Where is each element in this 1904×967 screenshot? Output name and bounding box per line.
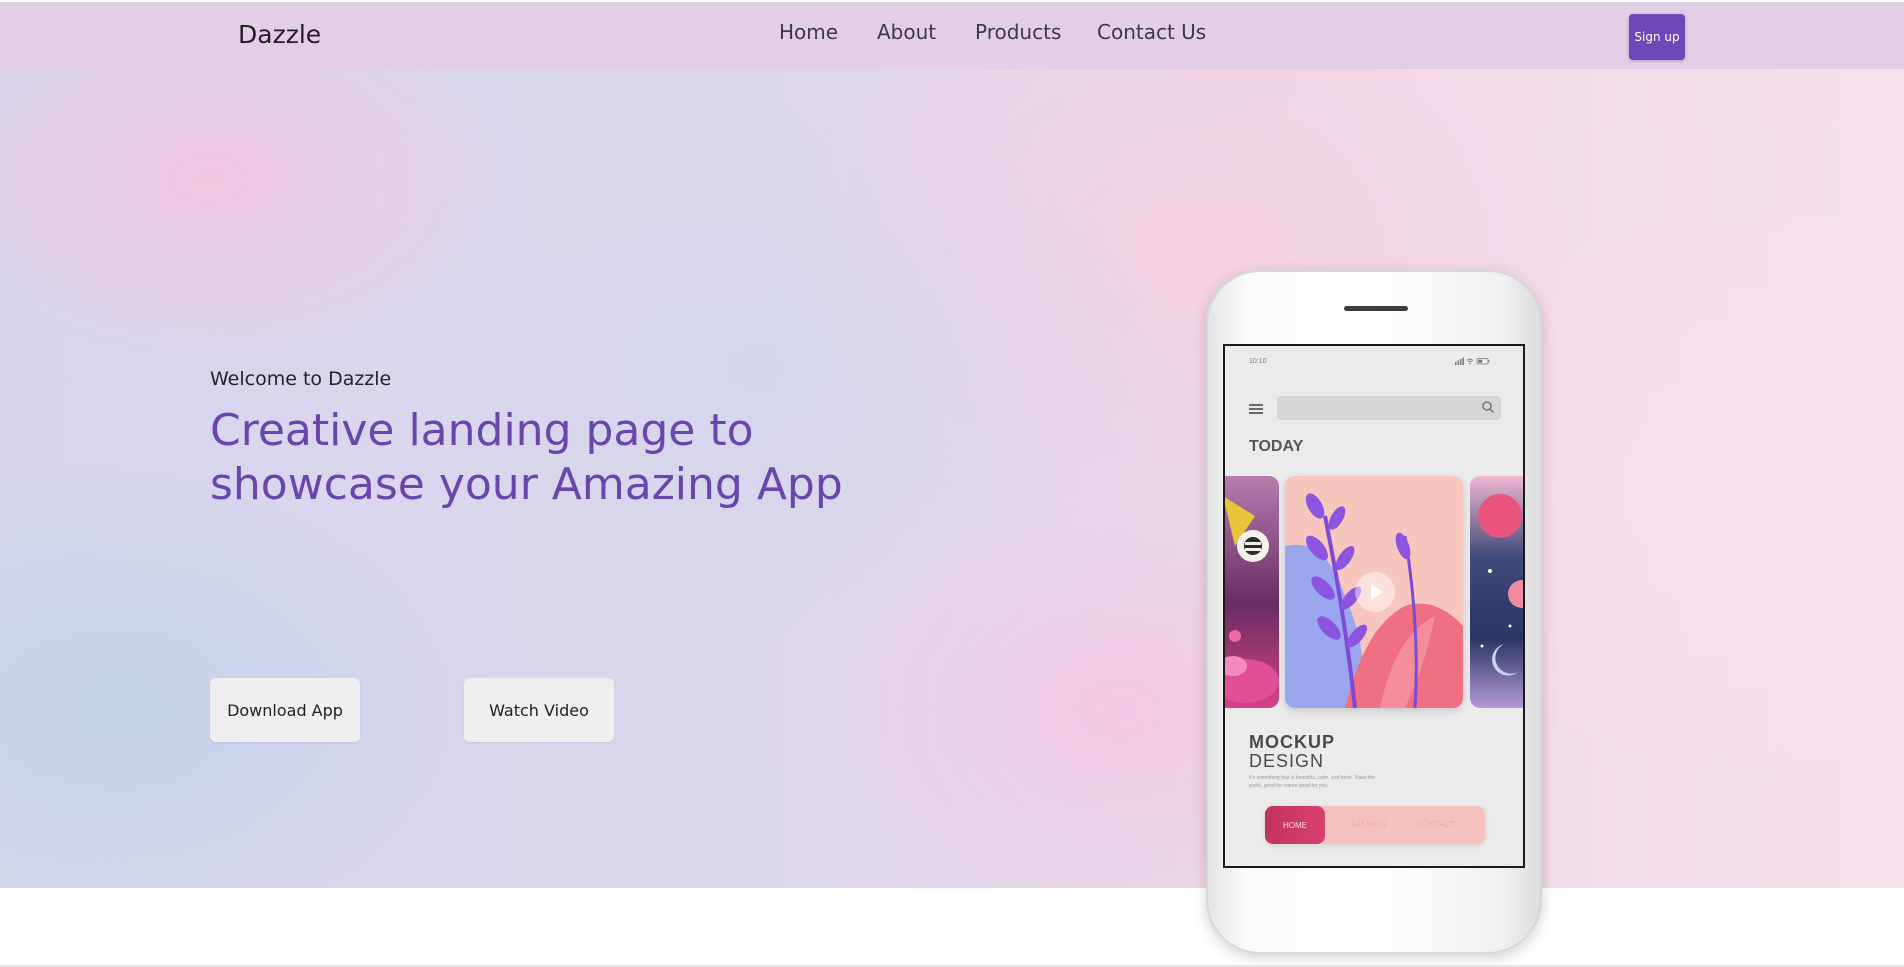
phone-status-time: 10:10 (1249, 358, 1267, 365)
phone-bottom-nav: HOME FASHION CONTACT (1265, 806, 1485, 844)
search-icon (1482, 401, 1494, 413)
carousel-card-right[interactable] (1470, 476, 1523, 708)
watch-video-button[interactable]: Watch Video (464, 678, 614, 742)
phone-mockup: 10:10 TODAY MOCKUP DESIGN It's something… (1206, 270, 1542, 954)
hamburger-menu-icon[interactable] (1249, 404, 1263, 414)
phone-mockup-subtitle: DESIGN (1249, 751, 1325, 771)
brand-logo[interactable]: Dazzle (238, 20, 321, 49)
navbar: Dazzle Home About Products Contact Us Si… (0, 2, 1904, 69)
phone-nav-home[interactable]: HOME (1265, 806, 1325, 844)
space-illustration-icon (1478, 494, 1523, 676)
phone-screen: 10:10 TODAY MOCKUP DESIGN It's something… (1223, 344, 1525, 868)
carousel-card-featured[interactable] (1285, 476, 1463, 708)
hero-section: Welcome to Dazzle Creative landing page … (0, 69, 1904, 888)
phone-status-icons (1455, 357, 1491, 367)
rocket-illustration-icon (1225, 497, 1279, 703)
phone-section-title: TODAY (1249, 438, 1304, 455)
nav-link-home[interactable]: Home (779, 20, 838, 44)
nav-link-about[interactable]: About (877, 20, 936, 44)
phone-nav-contact[interactable]: CONTACT (1417, 820, 1455, 829)
phone-search-bar[interactable] (1277, 396, 1501, 420)
phone-speaker (1344, 306, 1408, 311)
phone-mockup-title: MOCKUP (1249, 732, 1335, 752)
play-video-icon[interactable] (1355, 572, 1395, 612)
sign-up-button[interactable]: Sign up (1629, 14, 1685, 60)
carousel-card-left[interactable] (1225, 476, 1279, 708)
phone-nav-fashion[interactable]: FASHION (1351, 820, 1386, 829)
hero-headline: Creative landing page to showcase your A… (210, 405, 843, 510)
nav-link-contact-us[interactable]: Contact Us (1097, 20, 1206, 44)
nav-link-products[interactable]: Products (975, 20, 1061, 44)
signal-wifi-battery-icon (1455, 357, 1490, 365)
page: Welcome to Dazzle Creative landing page … (0, 0, 1904, 967)
hero-welcome-text: Welcome to Dazzle (210, 368, 392, 390)
download-app-button[interactable]: Download App (210, 678, 360, 742)
phone-mockup-description: It's something that is beautiful, calm, … (1249, 775, 1376, 789)
